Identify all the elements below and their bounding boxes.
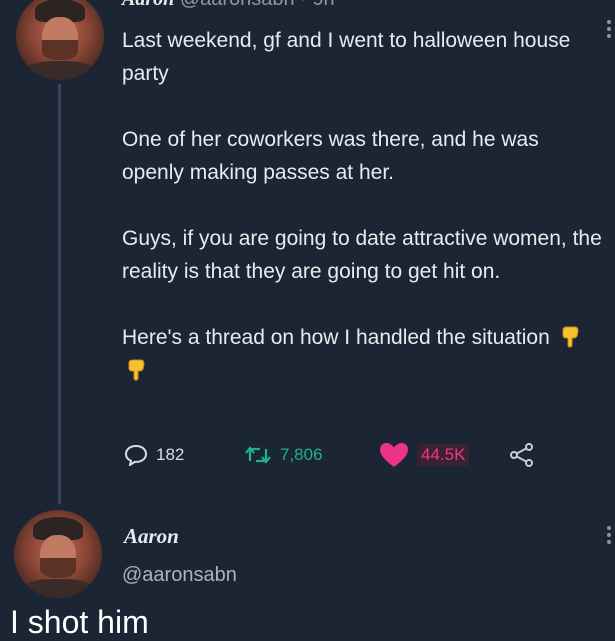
reply-button[interactable]: 182 [124,444,244,466]
tweet-paragraph: One of her coworkers was there, and he w… [122,128,539,184]
retweet-icon [245,446,271,464]
tweet-time[interactable]: 9h [312,0,334,10]
share-button[interactable] [509,443,543,467]
pointing-down-emoji-icon [128,359,145,381]
heart-icon [380,443,408,467]
tweet-paragraph-last: Here's a thread on how I handled the sit… [122,321,602,387]
tweet-paragraph: Guys, if you are going to date attractiv… [122,227,602,283]
thread-connector-line [58,84,61,504]
more-options-icon[interactable] [607,20,611,38]
author-name[interactable]: Aaron [122,0,174,10]
author-avatar[interactable] [16,0,104,80]
more-options-icon[interactable] [607,526,611,544]
tweet-paragraph: Last weekend, gf and I went to halloween… [122,29,571,85]
reply-icon [124,444,148,466]
tweet-body: Last weekend, gf and I went to halloween… [122,24,602,420]
author-handle[interactable]: @aaronsabn [180,0,295,10]
like-count: 44.5K [417,444,470,466]
reply-count: 182 [156,445,185,464]
retweet-button[interactable]: 7,806 [244,445,379,465]
pointing-down-emoji-icon [562,326,579,348]
separator-dot: · [300,0,307,10]
reply-author-avatar[interactable] [14,510,102,598]
like-button[interactable]: 44.5K [379,442,509,468]
reply-author-name[interactable]: Aaron [124,524,179,549]
reply-author-handle[interactable]: @aaronsabn [122,564,237,587]
tweet-paragraph-text: Here's a thread on how I handled the sit… [122,326,550,349]
share-icon [510,443,533,467]
retweet-count: 7,806 [280,445,323,464]
tweet-header: Aaron @aaronsabn · 9h [122,0,335,11]
tweet-actions: 182 7,806 44.5K [124,441,543,469]
meme-caption: I shot him [10,604,149,640]
